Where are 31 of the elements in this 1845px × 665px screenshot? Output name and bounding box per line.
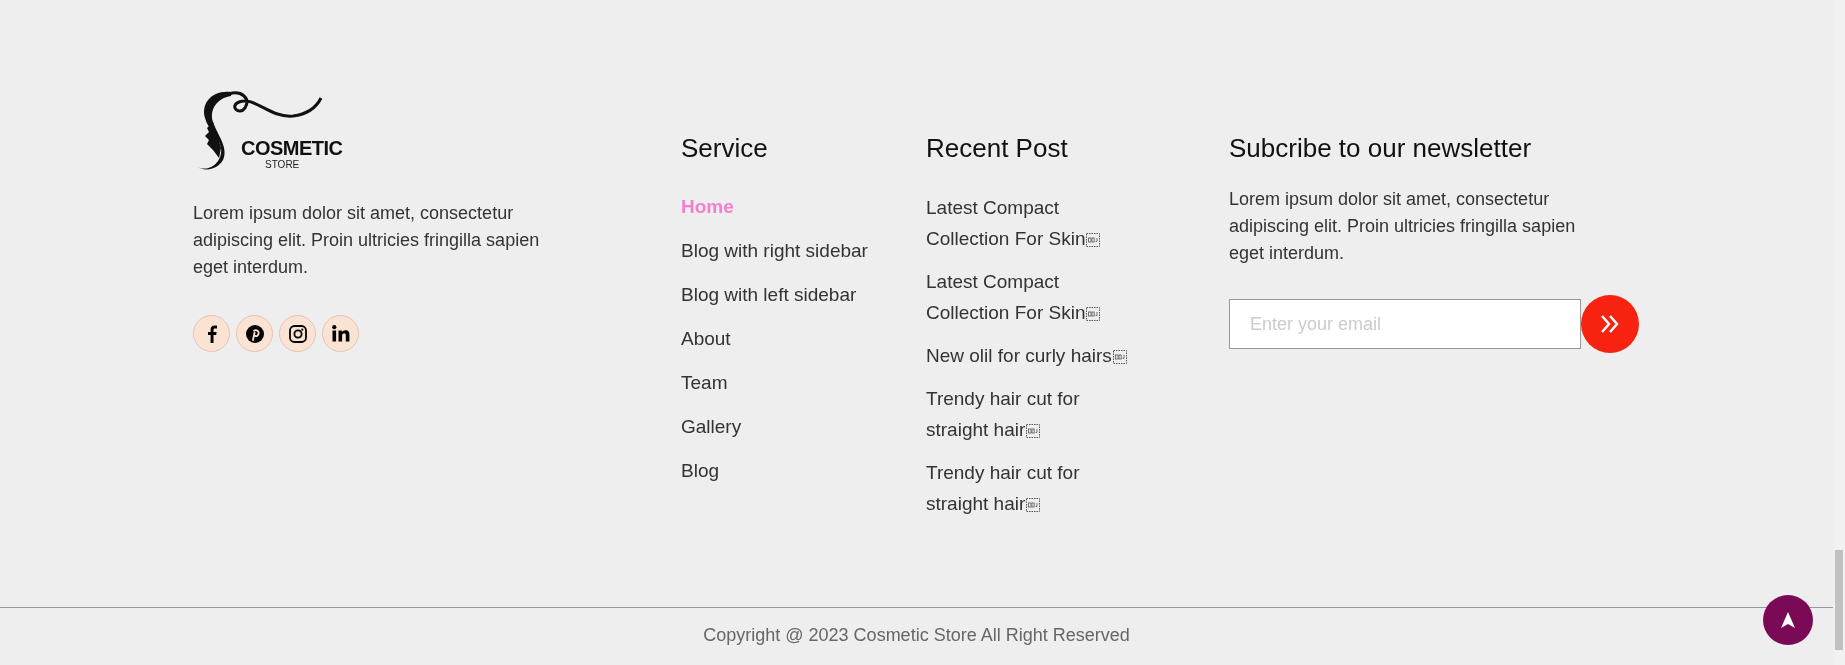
post-link[interactable]: Latest Compact Collection For Skin [926, 192, 1146, 254]
post-link[interactable]: New olil for curly hairs [926, 340, 1146, 371]
arrow-up-icon [1781, 612, 1795, 628]
post-link[interactable]: Latest Compact Collection For Skin [926, 266, 1146, 328]
service-link[interactable]: Gallery [681, 412, 742, 442]
column-title: Service [681, 132, 769, 165]
subscribe-button[interactable] [1581, 295, 1639, 353]
service-link[interactable]: About [681, 324, 731, 354]
service-link[interactable]: Team [681, 368, 728, 398]
post-link[interactable]: Trendy hair cut for straight hair [926, 383, 1146, 445]
copyright-text: Copyright @ 2023 Cosmetic Store All Right Reserved [702, 624, 1131, 647]
back-to-top-button[interactable] [1763, 595, 1813, 645]
double-chevron-icon [1599, 314, 1621, 334]
service-link[interactable]: Blog with right sidebar [681, 236, 868, 266]
logo-name: COSMETIC [241, 138, 343, 158]
service-link[interactable]: Blog [681, 456, 720, 486]
post-link[interactable]: Trendy hair cut for straight hair [926, 457, 1146, 519]
social-link[interactable] [193, 315, 230, 352]
pinterest-icon [245, 324, 264, 343]
logo-tagline: STORE [265, 160, 300, 170]
column-title: Recent Post [926, 132, 1069, 165]
social-link[interactable] [236, 315, 273, 352]
newsletter-text: Lorem ipsum dolor sit amet, consectetur adipiscing elit. Proin ultricies fringilla sapien eget interdum. [1229, 188, 1577, 265]
facebook-icon [206, 324, 217, 343]
linkedin-icon [331, 325, 350, 342]
service-link[interactable]: Blog with left sidebar [681, 280, 857, 310]
about-text: Lorem ipsum dolor sit amet, consectetur adipiscing elit. Proin ultricies fringilla sapien eget interdum. [193, 202, 541, 279]
social-link[interactable] [279, 315, 316, 352]
social-link[interactable] [322, 315, 359, 352]
column-title: Subcribe to our newsletter [1229, 132, 1533, 165]
instagram-icon [288, 324, 307, 343]
